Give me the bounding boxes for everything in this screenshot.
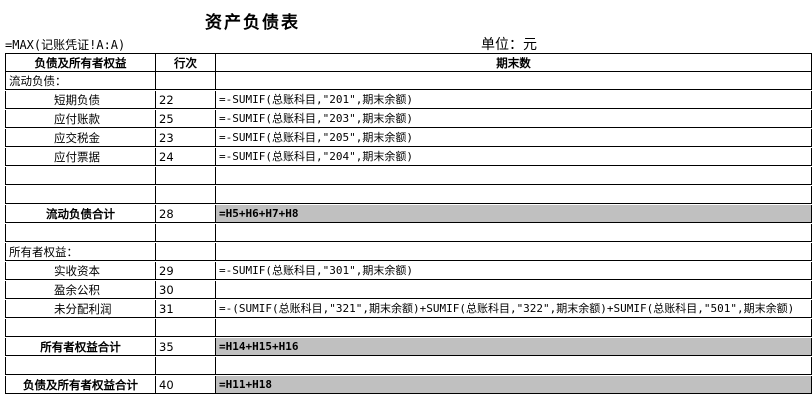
table-row: 盈余公积 30 <box>5 281 812 299</box>
row-label-cell[interactable] <box>5 357 156 375</box>
table-row: 流动负债： <box>5 72 812 90</box>
row-label-cell[interactable]: 短期负债 <box>5 91 156 109</box>
row-formula-cell[interactable]: =H5+H6+H7+H8 <box>216 205 812 223</box>
row-line-cell[interactable]: 25 <box>156 110 216 128</box>
row-label-cell[interactable]: 负债及所有者权益合计 <box>5 376 156 394</box>
table-row: 所有者权益： <box>5 243 812 261</box>
row-formula-cell[interactable]: =-SUMIF(总账科目,"201",期末余额) <box>216 91 812 109</box>
sheet-title-cell[interactable]: 资产负债表 <box>0 0 812 36</box>
table-row: 应交税金 23 =-SUMIF(总账科目,"205",期末余额) <box>5 129 812 147</box>
table-row: 短期负债 22 =-SUMIF(总账科目,"201",期末余额) <box>5 91 812 109</box>
row-label-cell[interactable] <box>5 186 156 204</box>
row-label-cell[interactable]: 流动负债： <box>5 72 156 90</box>
table-row <box>5 224 812 242</box>
row-line-cell[interactable]: 24 <box>156 148 216 166</box>
row-label-cell[interactable]: 应交税金 <box>5 129 156 147</box>
row-line-cell[interactable]: 23 <box>156 129 216 147</box>
row-line-cell[interactable] <box>156 224 216 242</box>
row-label-cell[interactable] <box>5 224 156 242</box>
row-label-cell[interactable]: 流动负债合计 <box>5 205 156 223</box>
row-formula-cell[interactable] <box>216 167 812 185</box>
table-row <box>5 357 812 375</box>
table-row <box>5 167 812 185</box>
row-formula-cell[interactable]: =-SUMIF(总账科目,"204",期末余额) <box>216 148 812 166</box>
row-label-cell[interactable]: 所有者权益合计 <box>5 338 156 356</box>
table-row: 未分配利润 31 =-(SUMIF(总账科目,"321",期末余额)+SUMIF(总… <box>5 300 812 318</box>
row-line-cell[interactable] <box>156 186 216 204</box>
row-label-cell[interactable]: 盈余公积 <box>5 281 156 299</box>
row-formula-cell[interactable]: =-SUMIF(总账科目,"205",期末余额) <box>216 129 812 147</box>
row-formula-cell[interactable] <box>216 186 812 204</box>
row-label-cell[interactable]: 应付票据 <box>5 148 156 166</box>
header-period-end[interactable]: 期末数 <box>216 54 812 72</box>
row-formula-cell[interactable] <box>216 243 812 261</box>
row-line-cell[interactable]: 29 <box>156 262 216 280</box>
table-row: 实收资本 29 =-SUMIF(总账科目,"301",期末余额) <box>5 262 812 280</box>
row-formula-cell[interactable]: =-SUMIF(总账科目,"301",期末余额) <box>216 262 812 280</box>
table-row: 流动负债合计 28 =H5+H6+H7+H8 <box>5 205 812 223</box>
row-label-cell[interactable]: 未分配利润 <box>5 300 156 318</box>
table-row: 负债及所有者权益合计 40 =H11+H18 <box>5 376 812 394</box>
unit-row: =MAX(记账凭证!A:A) 单位：元 <box>5 36 812 54</box>
row-formula-cell[interactable] <box>216 319 812 337</box>
row-formula-cell[interactable]: =-(SUMIF(总账科目,"321",期末余额)+SUMIF(总账科目,"32… <box>216 300 812 318</box>
row-line-cell[interactable] <box>156 72 216 90</box>
row-line-cell[interactable]: 40 <box>156 376 216 394</box>
row-line-cell[interactable]: 28 <box>156 205 216 223</box>
row-formula-cell[interactable]: =H11+H18 <box>216 376 812 394</box>
row-line-cell[interactable] <box>156 357 216 375</box>
row-label-cell[interactable]: 应付账款 <box>5 110 156 128</box>
row-line-cell[interactable] <box>156 167 216 185</box>
unit-cell[interactable]: 单位：元 <box>216 36 812 54</box>
row-line-cell[interactable]: 35 <box>156 338 216 356</box>
row-label-cell[interactable] <box>5 319 156 337</box>
table-row <box>5 319 812 337</box>
row-line-cell[interactable] <box>156 243 216 261</box>
max-formula-cell[interactable]: =MAX(记账凭证!A:A) <box>5 36 216 54</box>
row-label-cell[interactable]: 所有者权益： <box>5 243 156 261</box>
row-label-cell[interactable]: 实收资本 <box>5 262 156 280</box>
sheet-title: 资产负债表 <box>205 13 300 33</box>
row-formula-cell[interactable] <box>216 72 812 90</box>
row-label-cell[interactable] <box>5 167 156 185</box>
table-row: 应付账款 25 =-SUMIF(总账科目,"203",期末余额) <box>5 110 812 128</box>
header-row: 负债及所有者权益 行次 期末数 <box>5 54 812 72</box>
row-line-cell[interactable]: 31 <box>156 300 216 318</box>
row-formula-cell[interactable] <box>216 281 812 299</box>
table-row <box>5 186 812 204</box>
header-line-no[interactable]: 行次 <box>156 54 216 72</box>
row-line-cell[interactable] <box>156 319 216 337</box>
row-line-cell[interactable]: 30 <box>156 281 216 299</box>
row-formula-cell[interactable]: =-SUMIF(总账科目,"203",期末余额) <box>216 110 812 128</box>
table-row: 所有者权益合计 35 =H14+H15+H16 <box>5 338 812 356</box>
row-line-cell[interactable]: 22 <box>156 91 216 109</box>
row-formula-cell[interactable] <box>216 357 812 375</box>
row-formula-cell[interactable]: =H14+H15+H16 <box>216 338 812 356</box>
header-liabilities-equity[interactable]: 负债及所有者权益 <box>5 54 156 72</box>
row-formula-cell[interactable] <box>216 224 812 242</box>
table-row: 应付票据 24 =-SUMIF(总账科目,"204",期末余额) <box>5 148 812 166</box>
